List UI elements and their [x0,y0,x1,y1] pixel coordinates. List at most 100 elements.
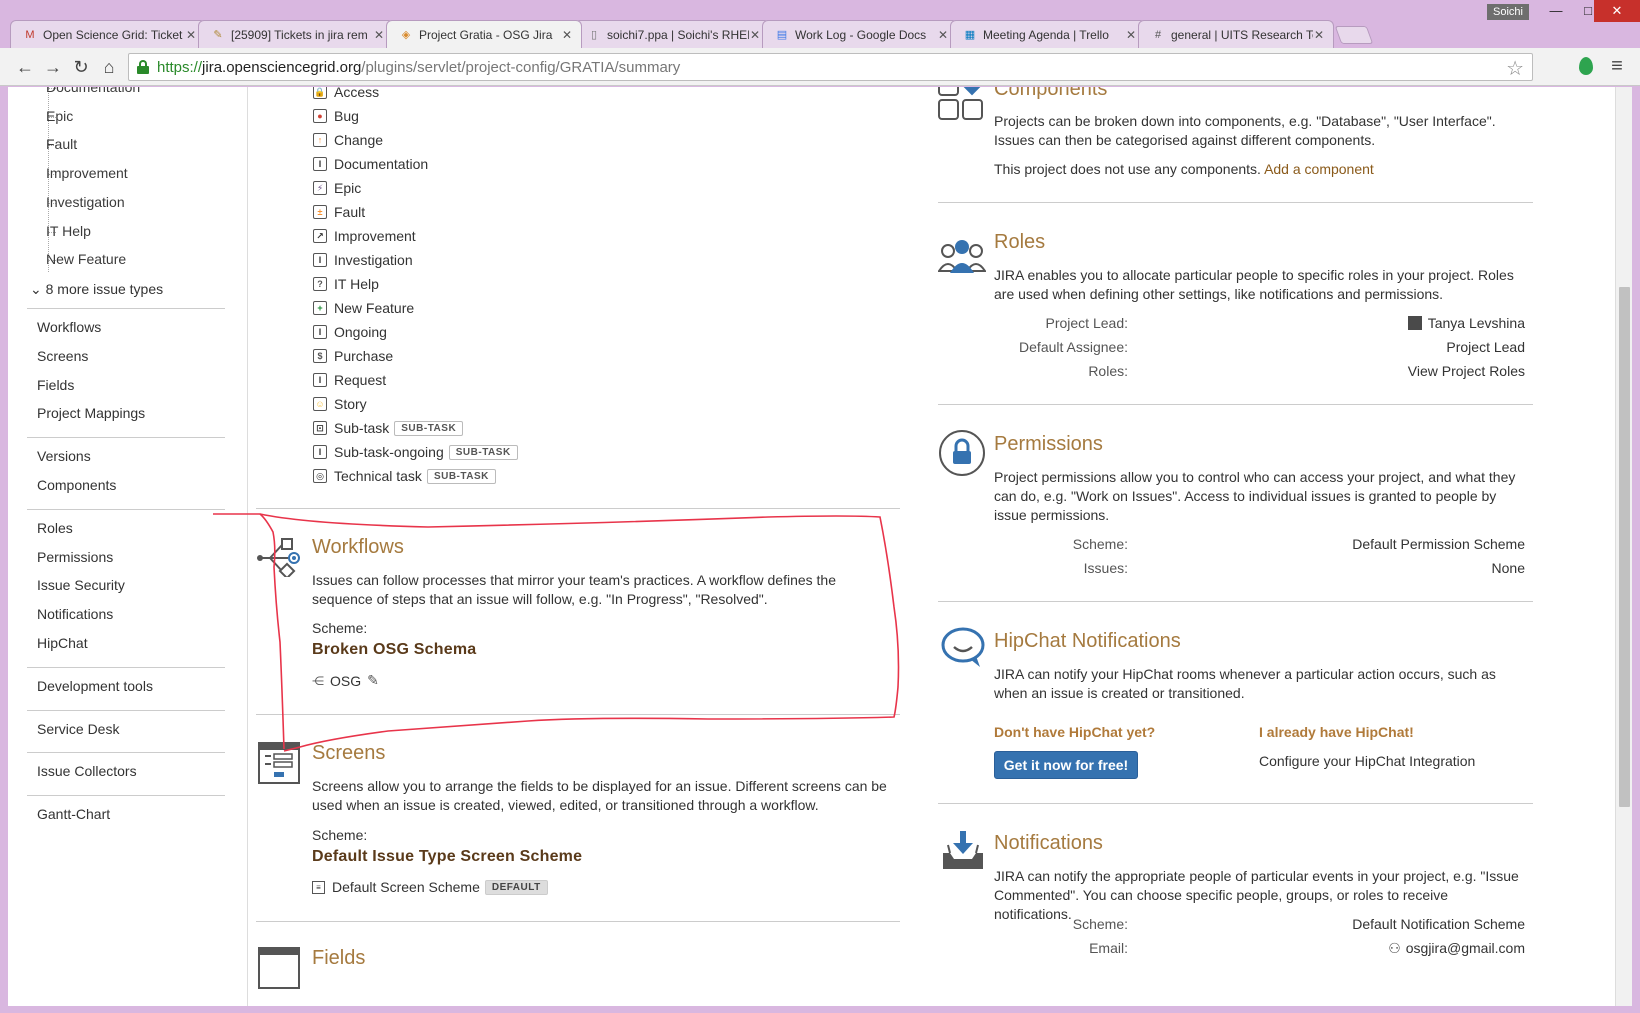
sidebar-issue-type-item[interactable]: New Feature [46,251,126,267]
tab-close-icon[interactable]: ✕ [373,28,385,42]
issue-type-icon: 🔒 [313,87,327,99]
sidebar-item-service-desk[interactable]: Service Desk [37,721,119,737]
issue-type-label: Investigation [334,252,413,268]
issue-type-icon: ☺ [313,397,327,411]
issue-type-row: 🔒 Access [313,87,379,102]
page-icon: ▯ [590,28,598,41]
default-screen-scheme-link[interactable]: ≡ Default Screen Scheme DEFAULT [312,879,548,895]
home-icon[interactable]: ⌂ [98,56,120,78]
notifications-title: Notifications [994,832,1103,854]
reload-icon[interactable]: ↻ [70,56,92,78]
sidebar-issue-type-item[interactable]: Epic [46,108,73,124]
sidebar-item-versions[interactable]: Versions [37,448,91,464]
browser-tab[interactable]: ✎ [25909] Tickets in jira rem ✕ [198,20,394,48]
trello-icon: ▦ [964,28,976,41]
sidebar-item-issue-security[interactable]: Issue Security [37,577,125,593]
sidebar-item-screens[interactable]: Screens [37,348,88,364]
issue-type-label: Ongoing [334,324,387,340]
tag-icon: ✎ [213,28,223,41]
issue-type-row: ↗ Improvement [313,226,416,246]
back-icon[interactable]: ← [14,56,36,78]
configure-hipchat-link[interactable]: Configure your HipChat Integration [1259,753,1475,769]
tab-close-icon[interactable]: ✕ [185,28,197,42]
menu-icon[interactable]: ≡ [1606,56,1628,78]
new-tab-button[interactable] [1334,26,1374,44]
browser-tab[interactable]: ◈ Project Gratia - OSG Jira ✕ [386,20,582,48]
sidebar-issue-type-item[interactable]: Fault [46,136,77,152]
workflow-osg-link[interactable]: ⋲ OSG ✎ [312,672,379,689]
issue-type-label: Request [334,372,387,388]
extension-leaf-icon[interactable] [1575,56,1597,78]
sidebar-issue-type-item[interactable]: Documentation [46,87,140,95]
tab-title: Meeting Agenda | Trello [983,27,1109,42]
browser-tab[interactable]: ▯ soichi7.ppa | Soichi's RHEI ✕ [574,20,770,48]
tab-title: Project Gratia - OSG Jira [419,27,553,42]
screens-title: Screens [312,742,386,764]
avatar [1407,316,1422,330]
issue-type-label: Sub-task [334,420,390,436]
sidebar-item-workflows[interactable]: Workflows [37,319,101,335]
issue-type-row: ↑ Change [313,130,383,150]
sidebar-item-permissions[interactable]: Permissions [37,549,113,565]
sidebar-item-gantt-chart[interactable]: Gantt-Chart [37,806,110,822]
issue-type-label: Change [334,132,384,148]
sidebar-item-hipchat[interactable]: HipChat [37,635,88,651]
more-issue-types-link[interactable]: ⌄ 8 more issue types [30,281,163,298]
url-path: /plugins/servlet/project-config/GRATIA/s… [361,58,681,76]
browser-tab[interactable]: M Open Science Grid: Ticket ✕ [10,20,206,48]
sidebar-item-project-mappings[interactable]: Project Mappings [37,405,145,421]
issue-type-row: ⚡ Epic [313,178,361,198]
tab-close-icon[interactable]: ✕ [1313,28,1325,42]
kv-value-link[interactable]: Project Lead [1446,339,1525,355]
close-window-icon[interactable]: ✕ [1594,0,1640,22]
browser-tab[interactable]: ▤ Work Log - Google Docs ✕ [762,20,958,48]
kv-label: Email: [1089,940,1128,956]
add-component-link[interactable]: Add a component [1264,161,1374,177]
screens-scheme-name[interactable]: Default Issue Type Screen Scheme [312,848,582,866]
kv-value-link[interactable]: View Project Roles [1408,363,1525,379]
kv-value-link[interactable]: ⚇ osgjira@gmail.com [1388,940,1525,957]
tab-close-icon[interactable]: ✕ [749,28,761,42]
sidebar-item-development-tools[interactable]: Development tools [37,678,153,694]
sidebar-item-components[interactable]: Components [37,477,116,493]
issue-type-row: ◎ Technical task SUB-TASK [313,466,496,486]
sidebar-item-notifications[interactable]: Notifications [37,606,113,622]
minimize-icon[interactable]: — [1540,0,1572,22]
components-icon [938,87,984,121]
fields-title: Fields [312,947,366,969]
browser-tab[interactable]: # general | UITS Research Te ✕ [1138,20,1334,48]
sidebar-issue-type-item[interactable]: Improvement [46,165,128,181]
tab-close-icon[interactable]: ✕ [937,28,949,42]
tab-strip: M Open Science Grid: Ticket ✕ ✎ [25909] Tick… [10,20,1374,48]
profile-chip[interactable]: Soichi [1487,4,1529,20]
sidebar-item-roles[interactable]: Roles [37,520,73,536]
kv-value-link[interactable]: Default Notification Scheme [1352,916,1525,932]
lock-icon [137,60,149,74]
sidebar-item-fields[interactable]: Fields [37,377,74,393]
pencil-icon[interactable]: ✎ [367,672,379,689]
tab-close-icon[interactable]: ✕ [1125,28,1137,42]
notifications-icon [940,827,986,871]
components-description: Projects can be broken down into compone… [994,113,1496,148]
sidebar-issue-type-item[interactable]: IT Help [46,223,91,239]
issue-type-icon: ? [313,277,327,291]
permissions-title: Permissions [994,433,1103,455]
kv-value-link[interactable]: Tanya Levshina [1407,315,1525,331]
sidebar-issue-type-item[interactable]: Investigation [46,194,125,210]
browser-tab[interactable]: ▦ Meeting Agenda | Trello ✕ [950,20,1146,48]
kv-value-link[interactable]: Default Permission Scheme [1352,536,1525,552]
tab-close-icon[interactable]: ✕ [561,28,573,42]
workflows-title: Workflows [312,536,404,558]
forward-icon[interactable]: → [42,56,64,78]
sidebar-item-issue-collectors[interactable]: Issue Collectors [37,763,137,779]
address-bar[interactable]: https://jira.opensciencegrid.org/plugins… [128,53,1533,81]
page-scrollbar[interactable] [1615,87,1632,1006]
screens-scheme-label: Scheme: [312,827,368,843]
scrollbar-thumb[interactable] [1619,287,1630,807]
workflows-scheme-name[interactable]: Broken OSG Schema [312,641,476,659]
subtask-badge: SUB-TASK [394,420,464,436]
get-hipchat-button[interactable]: Get it now for free! [994,751,1138,779]
kv-value-link[interactable]: None [1492,560,1525,576]
bookmark-star-icon[interactable]: ☆ [1506,56,1524,81]
kv-label: Scheme: [1072,536,1128,552]
